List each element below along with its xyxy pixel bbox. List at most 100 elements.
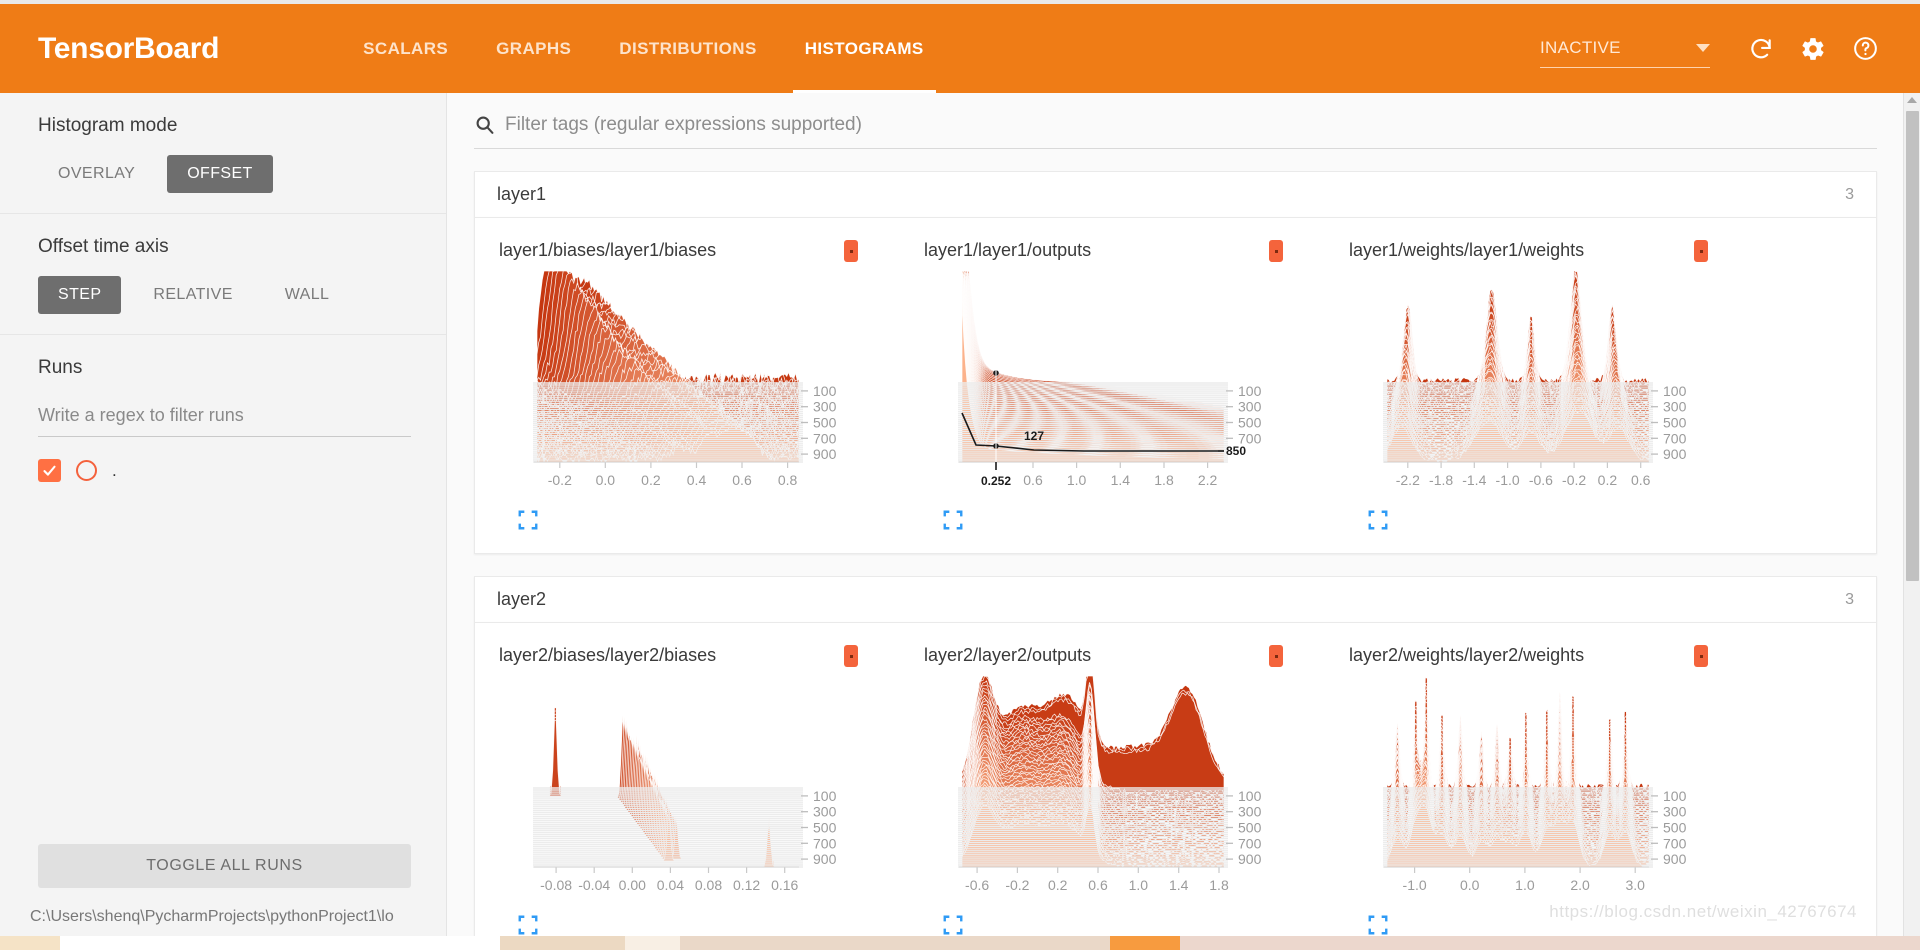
taskbar-segment: [60, 936, 500, 950]
x-tick-label: 0.2: [1598, 472, 1618, 488]
offset-time-axis-title: Offset time axis: [38, 236, 169, 257]
run-color-badge[interactable]: [1269, 240, 1283, 262]
logdir-path: C:\Users\shenq\PycharmProjects\pythonPro…: [30, 908, 394, 925]
expand-chart-icon[interactable]: [1367, 509, 1389, 531]
histogram-card: layer2/biases/layer2/biases 100 300 500 700…: [485, 639, 910, 936]
histogram-plot[interactable]: 100300500700 0.6 1.0 1.4 1.8 2.2 127 850 0.2…: [924, 265, 1319, 505]
run-color-badge[interactable]: [1694, 645, 1708, 667]
x-tick-label: 3.0: [1625, 877, 1645, 893]
chart-title: layer2/layer2/outputs: [924, 645, 1092, 665]
taskbar-segment: [1110, 936, 1180, 950]
expand-chart-icon[interactable]: [942, 914, 964, 936]
histogram-mode-title: Histogram mode: [38, 115, 178, 136]
y-tick-label: 500: [1238, 415, 1262, 431]
time-axis-wall-button[interactable]: WALL: [265, 276, 350, 314]
run-color-badge[interactable]: [1269, 645, 1283, 667]
run-status-value: INACTIVE: [1540, 38, 1621, 57]
offset-time-axis-buttons: STEP RELATIVE WALL: [38, 276, 408, 314]
y-tick-label: 900: [1663, 446, 1687, 462]
histogram-plot[interactable]: 100300500700900 -0.08 -0.04 0.00 0.04 0.08 0.…: [499, 670, 894, 910]
histogram-plot[interactable]: 100300500700900 -1.0 0.0 1.0 2.0 3.0: [1349, 670, 1744, 910]
time-axis-relative-button[interactable]: RELATIVE: [133, 276, 252, 314]
x-tick-label: -0.04: [578, 877, 610, 893]
run-name-label: .: [112, 460, 117, 480]
histogram-mode-overlay-button[interactable]: OVERLAY: [38, 155, 155, 193]
histogram-plot[interactable]: 100300500700900 -0.2 0.0 0.2 0.4 0.6 0.8: [499, 265, 894, 505]
x-tick-label: 1.0: [1067, 472, 1087, 488]
expand-chart-icon[interactable]: [517, 914, 539, 936]
expand-chart-icon[interactable]: [517, 509, 539, 531]
tab-distributions[interactable]: DISTRIBUTIONS: [595, 4, 780, 93]
x-tick-label: 0.8: [778, 472, 798, 488]
tag-group-layer1: layer1 3 layer1/biases/layer1/biases 100…: [474, 171, 1877, 554]
refresh-icon[interactable]: [1738, 26, 1784, 72]
main-vertical-scrollbar[interactable]: [1903, 93, 1920, 950]
runs-regex-input[interactable]: [38, 397, 411, 437]
taskbar-segment: [680, 936, 1110, 950]
y-tick-label: 100: [1663, 788, 1687, 804]
y-tick-label: 900: [1663, 851, 1687, 867]
histogram-card: layer1/biases/layer1/biases 100 300 500 700…: [485, 234, 910, 531]
x-axis-labels: -2.2 -1.8 -1.4 -1.0 -0.6 -0.2 0.2 0.6: [1396, 462, 1651, 488]
y-tick-label: 700: [813, 430, 837, 446]
tag-filter-bar: [474, 111, 1877, 149]
run-color-badge[interactable]: [1694, 240, 1708, 262]
group-body: layer1/biases/layer1/biases 100 300 500 700…: [474, 217, 1877, 554]
group-count: 3: [1845, 590, 1854, 608]
x-tick-label: -2.2: [1396, 472, 1420, 488]
y-tick-label: 700: [1663, 835, 1687, 851]
tab-graphs[interactable]: GRAPHS: [472, 4, 595, 93]
tag-group-layer2: layer2 3 layer2/biases/layer2/biases 100…: [474, 576, 1877, 950]
y-axis-labels: 100300500700: [1226, 383, 1262, 446]
time-axis-step-button[interactable]: STEP: [38, 276, 122, 314]
group-count: 3: [1845, 185, 1854, 203]
toggle-all-runs-button[interactable]: TOGGLE ALL RUNS: [38, 844, 411, 888]
y-tick-label: 100: [813, 383, 837, 399]
run-checkbox[interactable]: [38, 459, 61, 482]
x-tick-label: 0.00: [619, 877, 646, 893]
x-tick-label: -1.0: [1496, 472, 1520, 488]
histogram-mode-buttons: OVERLAY OFFSET: [38, 155, 408, 193]
scrollbar-thumb[interactable]: [1906, 111, 1919, 581]
settings-gear-icon[interactable]: [1790, 26, 1836, 72]
run-color-badge[interactable]: [844, 645, 858, 667]
scroll-up-arrow-icon[interactable]: [1907, 97, 1917, 103]
x-tick-label: 1.8: [1209, 877, 1229, 893]
x-axis-labels: -0.08 -0.04 0.00 0.04 0.08 0.12 0.16: [540, 867, 799, 893]
runs-section: Runs .: [0, 335, 446, 492]
group-name: layer1: [497, 184, 547, 204]
x-tick-label: 0.6: [732, 472, 752, 488]
histogram-plot[interactable]: 100300500700900 -2.2 -1.8 -1.4 -1.0 -0.6 -0.2…: [1349, 265, 1744, 505]
y-tick-label: 700: [1238, 835, 1262, 851]
run-list-item[interactable]: .: [38, 459, 408, 482]
x-tick-label: 1.0: [1129, 877, 1149, 893]
x-tick-label: -1.0: [1403, 877, 1427, 893]
tag-filter-input[interactable]: [505, 113, 1877, 136]
y-tick-label: 100: [1238, 788, 1262, 804]
x-tick-label: 0.16: [771, 877, 798, 893]
help-question-icon[interactable]: [1842, 26, 1888, 72]
tab-histograms[interactable]: HISTOGRAMS: [781, 4, 948, 93]
x-axis-labels: 0.6 1.0 1.4 1.8 2.2: [1023, 462, 1218, 488]
group-header[interactable]: layer1 3: [474, 171, 1877, 217]
group-header[interactable]: layer2 3: [474, 576, 1877, 622]
expand-chart-icon[interactable]: [1367, 914, 1389, 936]
histogram-mode-offset-button[interactable]: OFFSET: [167, 155, 273, 193]
x-tick-label: -0.6: [965, 877, 989, 893]
run-status-dropdown[interactable]: INACTIVE: [1540, 30, 1710, 68]
y-axis-labels: 100300500700900: [1651, 788, 1687, 867]
chart-title: layer2/weights/layer2/weights: [1349, 645, 1585, 665]
x-tick-label: 1.0: [1515, 877, 1535, 893]
expand-chart-icon[interactable]: [942, 509, 964, 531]
x-tick-label: 0.2: [641, 472, 661, 488]
y-tick-label: 500: [1663, 820, 1687, 836]
histogram-plot[interactable]: 100300500700900 -0.6 -0.2 0.2 0.6 1.0 1.4 1.8: [924, 670, 1319, 910]
tab-scalars[interactable]: SCALARS: [339, 4, 472, 93]
run-color-badge[interactable]: [844, 240, 858, 262]
y-tick-label: 300: [813, 399, 837, 415]
y-tick-label: 500: [1663, 415, 1687, 431]
x-tick-label: 0.6: [1023, 472, 1043, 488]
x-tick-label: 0.08: [695, 877, 722, 893]
y-tick-label: 900: [813, 446, 837, 462]
run-color-circle-icon: [76, 460, 97, 481]
